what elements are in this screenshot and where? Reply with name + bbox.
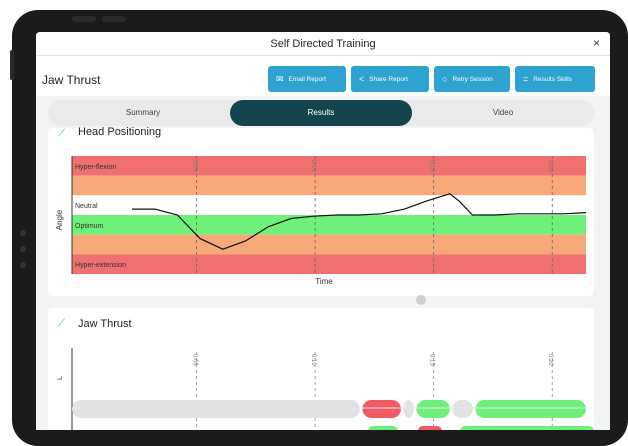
email-report-button[interactable]: ✉ Email Report (268, 66, 346, 92)
share-icon: < (359, 74, 365, 84)
head-positioning-chart: Hyper-flexion Neutral Optimum Hyper-extensi… (55, 156, 587, 286)
results-skills-button[interactable]: = Results Skills (515, 66, 595, 92)
retry-session-label: Retry Session (452, 75, 493, 83)
jaw-thrust-panel: ⟋ Jaw Thrust 0:05 0:10 0:15 0:20 L (48, 308, 594, 430)
page-title: Jaw Thrust (42, 73, 101, 87)
retry-icon: ○ (442, 74, 448, 84)
timeline-segment-idle (403, 400, 414, 418)
close-icon[interactable]: × (593, 36, 600, 50)
camera-dot (20, 230, 26, 236)
action-toolbar: ✉ Email Report < Share Report ○ Retry Se… (268, 66, 595, 92)
band-hyper-extension (72, 254, 586, 274)
band-hyper-flexion (72, 156, 586, 176)
time-marker-label: 0:05 (192, 354, 198, 366)
band-optimum (72, 215, 586, 235)
email-report-label: Email Report (288, 75, 327, 83)
jaw-thrust-timeline: 0:05 0:10 0:15 0:20 L (57, 348, 594, 430)
tab-results[interactable]: Results (230, 100, 412, 126)
volume-button (72, 16, 96, 22)
band-label: Optimum (75, 223, 104, 230)
x-axis-label: Time (315, 277, 333, 286)
band-label: Hyper-extension (75, 262, 126, 269)
timeline-segment-good (475, 400, 586, 418)
timeline-segment-idle (452, 400, 473, 418)
band-warning (72, 234, 586, 255)
retry-session-button[interactable]: ○ Retry Session (434, 66, 510, 92)
y-axis-label: Angle (55, 209, 64, 230)
tab-bar: Summary Results Video (48, 100, 594, 126)
head-positioning-panel: ⟋ Head Positioning Hyper-flexion Neutral O… (48, 126, 594, 296)
band-label: Hyper-flexion (75, 164, 116, 171)
results-skills-label: Results Skills (533, 75, 572, 83)
tab-summary[interactable]: Summary (68, 100, 218, 126)
mic-dot (20, 262, 26, 268)
timeline-segment-bad (362, 400, 401, 418)
title-bar: Self Directed Training × (36, 32, 610, 56)
band-label: Neutral (75, 203, 98, 210)
timeline-segment-bad (418, 426, 442, 430)
time-marker-label: 0:15 (429, 160, 435, 172)
share-report-label: Share Report (369, 75, 408, 83)
time-marker-label: 0:15 (429, 354, 435, 366)
share-report-button[interactable]: < Share Report (351, 66, 429, 92)
power-button (102, 16, 126, 22)
page-indicator-dot[interactable] (416, 295, 426, 305)
app-screen: Self Directed Training × Jaw Thrust ✉ Em… (36, 32, 610, 430)
band-neutral (72, 195, 586, 215)
time-marker-label: 0:10 (310, 160, 316, 172)
band-warning (72, 175, 586, 196)
tab-video[interactable]: Video (428, 100, 578, 126)
sensor-dot (20, 246, 26, 252)
timeline-segment-good (460, 426, 594, 430)
time-marker-label: 0:20 (547, 354, 553, 366)
time-marker-label: 0:05 (192, 160, 198, 172)
email-icon: ✉ (276, 73, 284, 84)
time-marker-label: 0:10 (310, 354, 316, 366)
timeline-segment-good (416, 400, 450, 418)
timeline-segment-good (368, 426, 398, 430)
time-marker-label: 0:20 (547, 160, 553, 172)
side-button (10, 50, 14, 80)
row-label: L (57, 376, 64, 380)
results-skills-icon: = (523, 74, 529, 84)
timeline-segment-idle (72, 400, 360, 418)
window-title: Self Directed Training (270, 38, 376, 50)
page-header: Jaw Thrust ✉ Email Report < Share Report… (36, 56, 610, 96)
